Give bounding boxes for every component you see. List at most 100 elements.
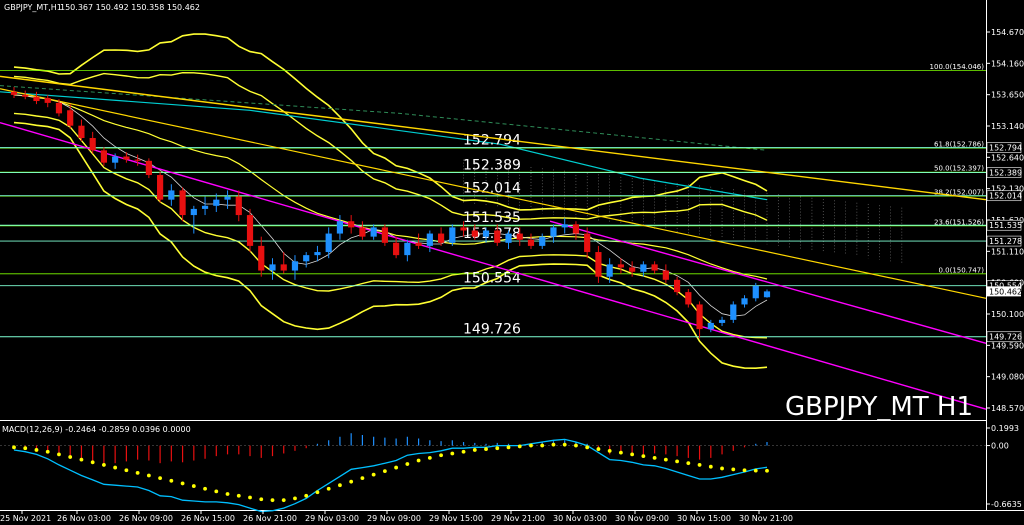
macd-signal-dot	[697, 463, 702, 467]
level-label: 152.389	[463, 158, 521, 174]
macd-signal-dot	[742, 468, 747, 473]
candle-body	[561, 224, 568, 228]
macd-tick-label: 0.00	[991, 442, 1009, 451]
macd-histogram	[0, 433, 986, 465]
macd-panel: MACD(12,26,9) -0.2464 -0.2859 0.0396 0.0…	[0, 424, 1022, 513]
price-tick-label: 149.080	[991, 373, 1024, 382]
macd-signal-dot	[259, 497, 264, 502]
candle-body	[89, 138, 96, 151]
macd-signal-dot	[68, 455, 73, 459]
cyan-moving-average	[0, 91, 768, 201]
macd-signal-dot	[34, 448, 39, 452]
macd-signal-dot	[315, 490, 320, 495]
macd-tick-labels: 0.1993 0.00 -0.6635	[986, 424, 1022, 509]
candle-body	[190, 208, 197, 216]
macd-signal-dot	[124, 468, 129, 473]
candle-body	[437, 233, 445, 243]
macd-signal-dot	[57, 452, 61, 457]
macd-signal-dot	[596, 447, 601, 451]
macd-signal-dot	[731, 467, 736, 472]
magenta-trendline-upper	[549, 220, 987, 344]
time-axis-label: 30 Nov 09:00	[615, 514, 669, 523]
symbol-watermark: GBPJPY_MT H1	[785, 392, 973, 422]
time-axis-label: 26 Nov 15:00	[181, 514, 235, 523]
macd-signal-dot	[517, 444, 522, 449]
macd-lines	[12, 438, 769, 513]
time-axis-label: 29 Nov 03:00	[305, 514, 359, 523]
candle-body	[550, 227, 557, 237]
candle-body	[606, 264, 613, 277]
level-tag-text: 152.014	[989, 192, 1022, 201]
candle-body	[100, 150, 108, 163]
candle-body	[157, 175, 164, 200]
macd-signal-dot	[540, 443, 545, 448]
candle-body	[280, 264, 287, 271]
candle-body	[651, 264, 658, 271]
macd-signal-dot	[225, 492, 230, 496]
macd-signal-dot	[113, 465, 118, 470]
candle-body	[123, 156, 130, 160]
fib-label: 100.0(154.046)	[930, 63, 985, 71]
candle-body	[201, 205, 209, 209]
fib-label: 0.0(150.747)	[938, 266, 984, 274]
candle-body	[426, 233, 433, 246]
level-tag-text: 151.278	[989, 237, 1022, 246]
candle-body	[449, 227, 456, 243]
candle-body	[685, 292, 692, 305]
macd-signal-dot	[304, 493, 309, 498]
macd-signal-dot	[439, 453, 443, 458]
candle-body	[640, 264, 647, 272]
macd-signal-dot	[585, 445, 590, 450]
level-label: 149.726	[463, 322, 521, 338]
candle-body	[179, 190, 186, 216]
candle-body	[494, 230, 501, 243]
time-axis-label: 30 Nov 21:00	[739, 514, 793, 523]
fib-label: 50.0(152.397)	[934, 165, 984, 173]
candle-body	[404, 242, 411, 256]
macd-signal-dot	[349, 479, 354, 484]
candle-body	[415, 242, 422, 246]
indicator-lines	[0, 33, 768, 370]
chart-canvas: 100.0(154.046)61.8(152.786)50.0(152.397)…	[0, 0, 1024, 523]
macd-signal-dot	[203, 486, 207, 491]
macd-signal-dot	[416, 458, 421, 463]
macd-signal-dot	[214, 489, 219, 494]
macd-signal-dot	[405, 462, 410, 466]
macd-signal-dot	[236, 493, 241, 498]
time-axis-label: 29 Nov 21:00	[491, 514, 545, 523]
candle-body	[572, 224, 580, 234]
macd-signal-dot	[360, 476, 365, 481]
macd-signal-dot	[338, 483, 342, 488]
candle-body	[303, 255, 310, 262]
candle-body	[393, 242, 400, 256]
candle-body	[673, 279, 681, 293]
macd-signal-dot	[720, 466, 724, 471]
candle-body	[730, 304, 737, 320]
price-tick-label: 151.110	[991, 247, 1024, 256]
candle-body	[224, 196, 231, 200]
candle-body	[359, 227, 366, 237]
candle-body	[44, 97, 51, 103]
macd-signal-dot	[461, 449, 466, 454]
macd-signal-dot	[158, 476, 163, 481]
macd-signal-dot	[574, 443, 578, 448]
macd-signal-dot	[551, 442, 556, 447]
candle-body	[381, 227, 388, 243]
candle-body	[527, 239, 535, 246]
time-axis-label: 26 Nov 21:00	[243, 514, 297, 523]
macd-signal-dot	[765, 468, 769, 473]
price-tick-label: 153.650	[991, 91, 1024, 100]
macd-signal-dot	[663, 457, 668, 462]
level-label: 151.535	[463, 210, 521, 226]
candle-body	[67, 110, 74, 126]
time-axis-label: 26 Nov 03:00	[57, 514, 111, 523]
macd-signal-dot	[12, 445, 16, 450]
macd-signal-dot	[326, 486, 331, 491]
candle-body	[213, 199, 220, 206]
level-tag-text: 151.535	[989, 221, 1022, 230]
candle-body	[629, 267, 636, 272]
macd-signal-dot	[753, 468, 758, 473]
time-axis-label: 29 Nov 15:00	[429, 514, 483, 523]
macd-signal-dot	[102, 463, 106, 467]
candle-body	[33, 96, 40, 102]
